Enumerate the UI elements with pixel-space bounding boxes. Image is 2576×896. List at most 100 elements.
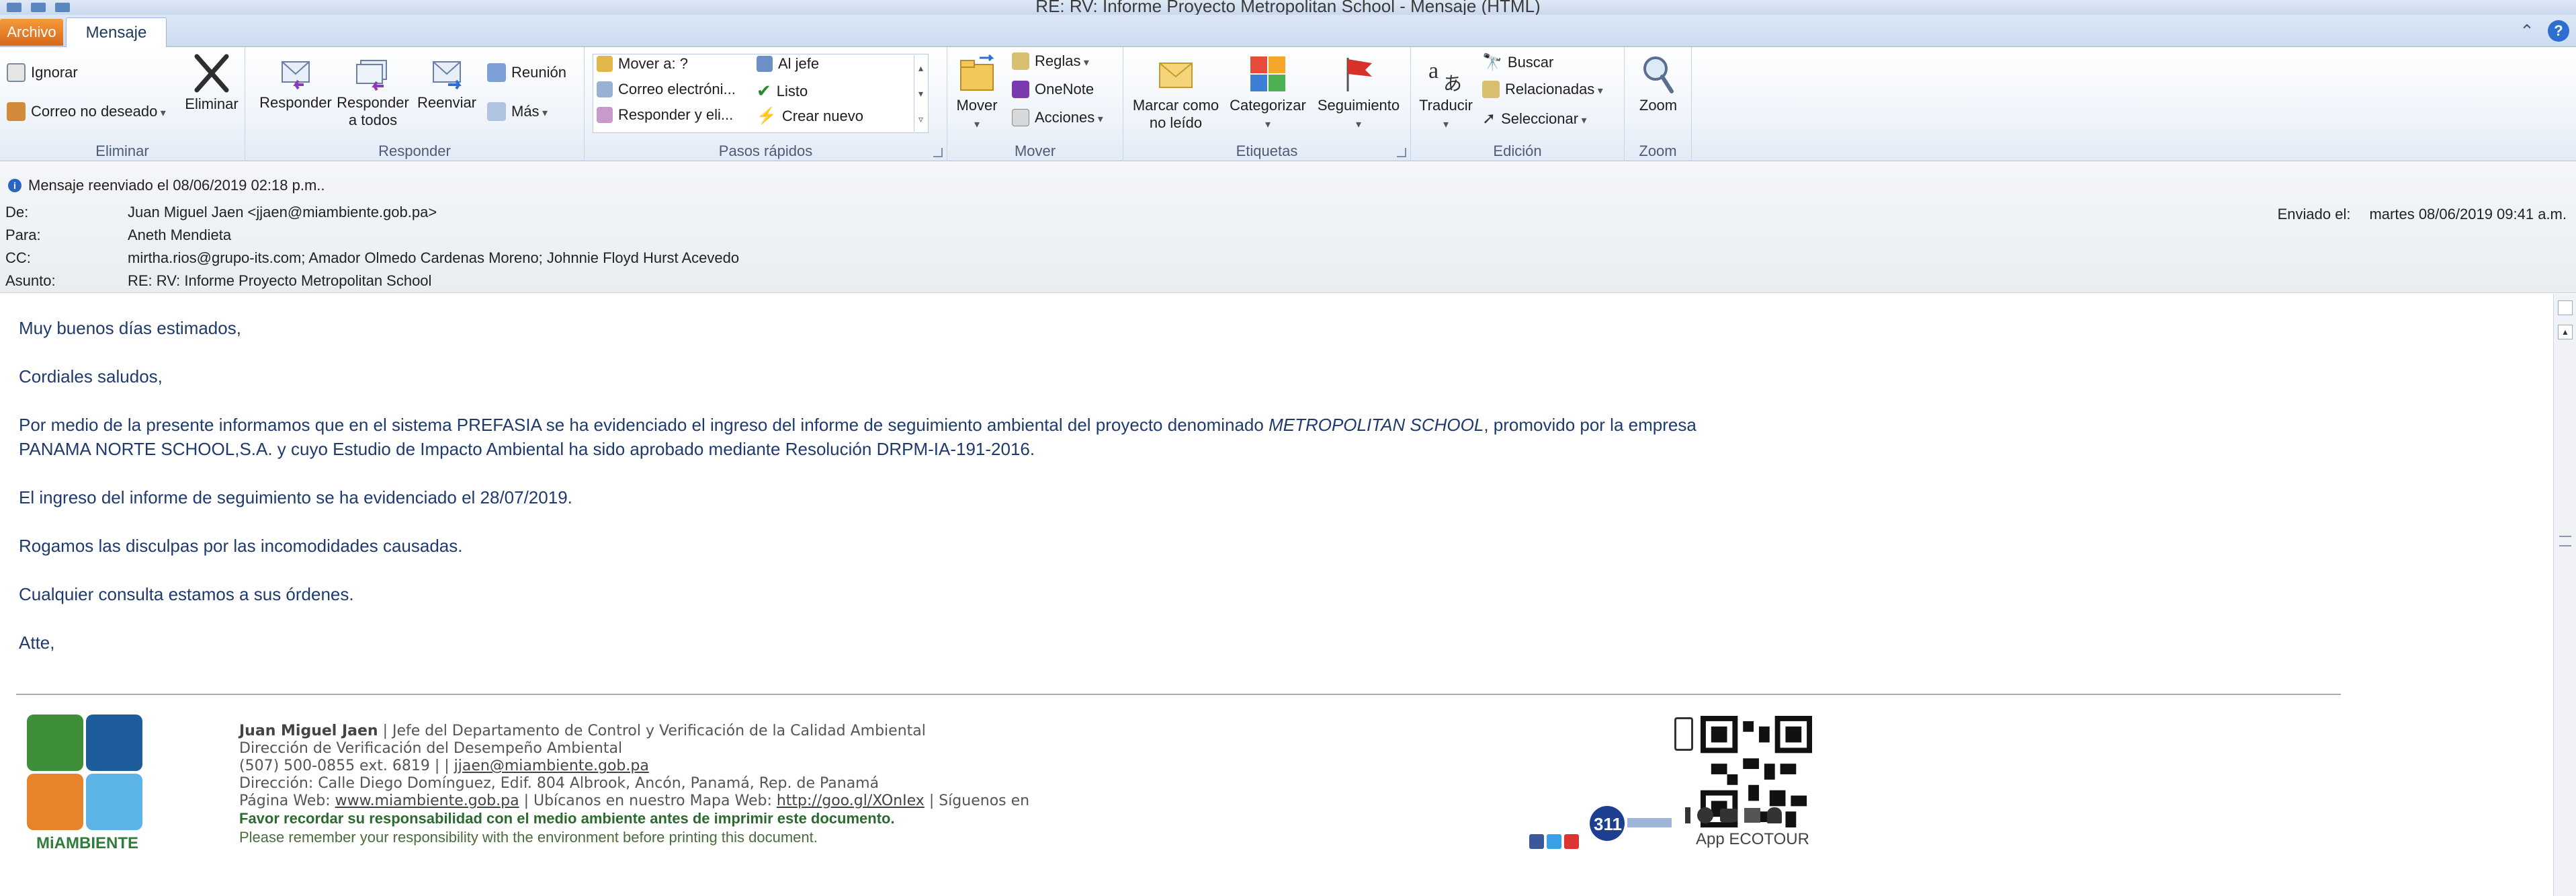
subject-value: RE: RV: Informe Proyecto Metropolitan Sc…	[128, 272, 432, 289]
categorize-icon	[1250, 56, 1285, 91]
rules-button[interactable]: Reglas	[1012, 52, 1089, 70]
youtube-icon[interactable]	[1564, 834, 1579, 849]
to-value[interactable]: Aneth Mendieta	[128, 227, 231, 243]
to-row: Para: Aneth Mendieta	[5, 227, 232, 243]
group-edit: a あ Traducir▾ 🔭 Buscar Relacionadas ➚ Se…	[1411, 47, 1625, 161]
windows-icon[interactable]	[1744, 808, 1760, 823]
cc-value[interactable]: mirtha.rios@grupo-its.com; Amador Olmedo…	[128, 249, 739, 266]
fish-tile-icon	[86, 715, 142, 771]
find-button[interactable]: 🔭 Buscar	[1482, 52, 1553, 72]
onenote-icon	[1012, 81, 1029, 98]
translate-icon: a あ	[1428, 58, 1462, 94]
quickstep-move-to[interactable]: Mover a: ?	[597, 55, 688, 73]
followup-button[interactable]: Seguimiento ▾	[1313, 54, 1404, 134]
paragraph-1: Por medio de la presente informamos que …	[19, 415, 1697, 435]
calendar-peek-icon[interactable]	[2558, 300, 2573, 315]
twitter-icon[interactable]	[1547, 834, 1561, 849]
onenote-button[interactable]: OneNote	[1012, 81, 1094, 98]
to-boss-icon	[757, 56, 773, 72]
android-icon[interactable]	[1767, 807, 1782, 823]
ignore-icon	[7, 63, 26, 82]
signature-address: Dirección: Calle Diego Domínguez, Edif. …	[239, 775, 879, 792]
svg-text:a: a	[1428, 58, 1439, 83]
ribbon-tabs: Archivo Mensaje ⌃ ?	[0, 15, 2576, 48]
help-icon[interactable]: ?	[2548, 20, 2569, 42]
paragraph-3: Rogamos las disculpas por las incomodida…	[19, 536, 463, 556]
subject-row: Asunto: RE: RV: Informe Proyecto Metropol…	[5, 272, 432, 289]
tab-message[interactable]: Mensaje	[66, 17, 167, 48]
quickstep-reply-delete[interactable]: Responder y eli...	[597, 106, 733, 124]
zoom-button[interactable]: Zoom	[1630, 54, 1686, 114]
reply-button[interactable]: Responder	[259, 54, 333, 112]
tab-file[interactable]: Archivo	[0, 19, 63, 46]
quickstep-done[interactable]: ✔ Listo	[757, 81, 808, 101]
signature-email-link[interactable]: jjaen@miambiente.gob.pa	[454, 758, 649, 774]
signature-divider	[16, 694, 2341, 695]
scroll-up-icon[interactable]: ▲	[2558, 325, 2573, 339]
group-tags: Marcar como no leído Categorizar ▾ Seguim…	[1123, 47, 1411, 161]
magnifier-icon	[1643, 56, 1674, 93]
related-button[interactable]: Relacionadas	[1482, 81, 1603, 98]
blackberry-icon[interactable]	[1720, 809, 1737, 822]
move-to-icon	[597, 56, 613, 72]
reply-icon	[282, 61, 310, 90]
signature-map-link[interactable]: http://goo.gl/XOnIex	[777, 792, 925, 809]
ignore-button[interactable]: Ignorar	[7, 63, 78, 82]
eco-reminder-es: Favor recordar su responsabilidad con el…	[239, 810, 895, 827]
reply-all-button[interactable]: Responder a todos	[336, 54, 410, 129]
junk-icon	[7, 102, 26, 121]
store-icons	[1685, 807, 1782, 823]
signature-web-link[interactable]: www.miambiente.gob.pa	[335, 792, 519, 809]
from-row: De: Juan Miguel Jaen <jjaen@miambiente.go…	[5, 204, 437, 220]
flag-icon	[1346, 58, 1372, 91]
quickstep-create-new[interactable]: ⚡ Crear nuevo	[757, 106, 863, 126]
cursor-icon: ➚	[1482, 110, 1496, 128]
delete-button[interactable]: Eliminar	[181, 54, 242, 113]
phone-icon	[1674, 717, 1693, 751]
badge-311-icon: 311	[1590, 806, 1672, 841]
app-ecotour-label: App ECOTOUR	[1696, 830, 1809, 848]
message-body: Muy buenos días estimados, Cordiales sal…	[0, 294, 2553, 896]
svg-text:311: 311	[1594, 814, 1622, 834]
message-header: i Mensaje reenviado el 08/06/2019 02:18 …	[0, 162, 2576, 293]
actions-icon	[1012, 109, 1029, 126]
gallery-scroll[interactable]: ▴ ▾ ▿	[914, 55, 927, 132]
email-icon	[597, 81, 613, 97]
translate-button[interactable]: a あ Traducir ▾	[1416, 54, 1475, 134]
info-store-icon[interactable]	[1685, 807, 1690, 823]
vertical-scrollbar[interactable]: ▲	[2553, 294, 2576, 896]
more-button[interactable]: Más	[487, 102, 548, 121]
reply-delete-icon	[597, 107, 613, 123]
ribbon: Ignorar Correo no deseado Eliminar Elimi…	[0, 47, 2576, 161]
quickstep-email[interactable]: Correo electróni...	[597, 81, 736, 98]
title-bar: RE: RV: Informe Proyecto Metropolitan Sc…	[0, 0, 2576, 16]
facebook-icon[interactable]	[1529, 834, 1544, 849]
signature-name-line: Juan Miguel Jaen | Jefe del Departamento…	[239, 723, 926, 739]
scroll-thumb-grip-icon[interactable]	[2559, 536, 2571, 546]
select-button[interactable]: ➚ Seleccionar	[1482, 109, 1587, 128]
regards: Cordiales saludos,	[19, 366, 163, 386]
junk-button[interactable]: Correo no deseado	[7, 102, 166, 121]
eco-reminder-en: Please remember your responsibility with…	[239, 829, 818, 846]
ribbon-collapse-icon[interactable]: ⌃	[2517, 21, 2537, 41]
mark-unread-button[interactable]: Marcar como no leído	[1129, 54, 1223, 132]
forward-icon	[433, 61, 462, 90]
forward-button[interactable]: Reenviar	[413, 54, 480, 112]
hand-tile-icon	[27, 774, 83, 830]
mark-unread-icon	[1159, 63, 1193, 88]
quickstep-to-boss[interactable]: Al jefe	[757, 55, 819, 73]
binoculars-icon: 🔭	[1482, 53, 1502, 71]
apple-icon[interactable]	[1697, 807, 1713, 823]
group-zoom: Zoom Zoom	[1625, 47, 1692, 161]
categorize-button[interactable]: Categorizar ▾	[1224, 54, 1312, 134]
from-value[interactable]: Juan Miguel Jaen <jjaen@miambiente.gob.p…	[128, 204, 437, 220]
group-delete: Ignorar Correo no deseado Eliminar Elimi…	[0, 47, 245, 161]
svg-text:あ: あ	[1443, 73, 1462, 94]
closing: Atte,	[19, 633, 55, 653]
actions-button[interactable]: Acciones	[1012, 109, 1103, 126]
bird-tile-icon	[86, 774, 142, 830]
signature-web-line: Página Web: www.miambiente.gob.pa | Ubíc…	[239, 792, 1030, 809]
move-button[interactable]: Mover ▾	[953, 54, 1001, 134]
meeting-button[interactable]: Reunión	[487, 63, 566, 82]
reply-all-icon	[356, 60, 387, 91]
